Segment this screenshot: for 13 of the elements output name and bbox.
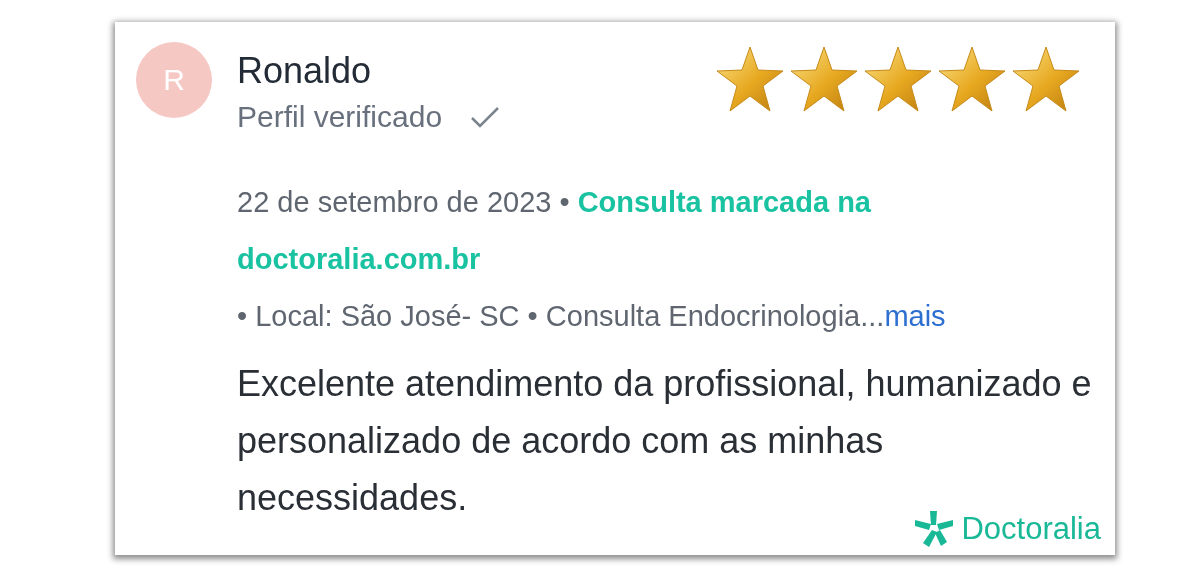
star-icon <box>864 46 932 112</box>
verified-label: Perfil verificado <box>237 100 443 134</box>
review-meta: 22 de setembro de 2023 • Consulta marcada na doctoralia.com.br <box>237 185 872 277</box>
more-link[interactable]: mais <box>884 300 946 332</box>
star-icon <box>1012 46 1080 112</box>
brand-name: Doctoralia <box>961 511 1101 547</box>
review-details: • Local: São José- SC • Consulta Endocrinologia... <box>237 300 885 332</box>
avatar: R <box>136 42 212 118</box>
star-icon <box>790 46 858 112</box>
author-name: Ronaldo <box>237 52 373 90</box>
star-icon <box>938 46 1006 112</box>
logo-icon <box>915 511 954 547</box>
star-icon <box>716 46 784 112</box>
